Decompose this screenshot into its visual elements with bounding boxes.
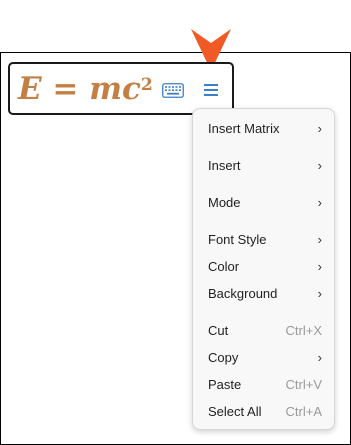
chevron-right-icon: › (317, 286, 322, 301)
hamburger-menu-icon[interactable] (202, 81, 220, 99)
menu-item-label: Background (208, 286, 278, 301)
menu-item-label: Insert Matrix (208, 121, 280, 136)
shortcut-label: Ctrl+A (285, 404, 322, 419)
menu-item-label: Font Style (208, 232, 267, 247)
chevron-right-icon: › (317, 232, 322, 247)
menu-item-label: Cut (208, 323, 229, 338)
formula[interactable]: E = mc2 (18, 71, 153, 107)
chevron-right-icon: › (317, 158, 322, 173)
shortcut-label: Ctrl+X (285, 323, 322, 338)
menu-item-color[interactable]: Color › (193, 255, 334, 279)
menu-item-label: Paste (208, 377, 242, 392)
menu-item-label: Insert (208, 158, 241, 173)
menu-item-label: Select All (208, 404, 262, 419)
menu-item-copy[interactable]: Copy › (193, 346, 334, 370)
chevron-right-icon: › (317, 121, 322, 136)
chevron-right-icon: › (317, 259, 322, 274)
menu-item-mode[interactable]: Mode › (193, 191, 334, 215)
keyboard-icon[interactable] (162, 83, 184, 98)
shortcut-label: Ctrl+V (285, 377, 322, 392)
menu-item-insert-matrix[interactable]: Insert Matrix › (193, 117, 334, 141)
menu-item-insert[interactable]: Insert › (193, 154, 334, 178)
formula-exponent: 2 (140, 75, 153, 95)
formula-base: E = mc (18, 71, 141, 107)
context-menu: Insert Matrix › Insert › Mode › Font Sty… (192, 108, 335, 430)
menu-item-paste[interactable]: Paste Ctrl+V (193, 373, 334, 397)
chevron-right-icon: › (317, 350, 322, 365)
chevron-right-icon: › (317, 195, 322, 210)
menu-item-cut[interactable]: Cut Ctrl+X (193, 319, 334, 343)
menu-item-label: Copy (208, 350, 239, 365)
menu-item-label: Mode (208, 195, 241, 210)
menu-item-background[interactable]: Background › (193, 282, 334, 306)
menu-item-label: Color (208, 259, 240, 274)
menu-item-font-style[interactable]: Font Style › (193, 228, 334, 252)
menu-item-select-all[interactable]: Select All Ctrl+A (193, 400, 334, 424)
